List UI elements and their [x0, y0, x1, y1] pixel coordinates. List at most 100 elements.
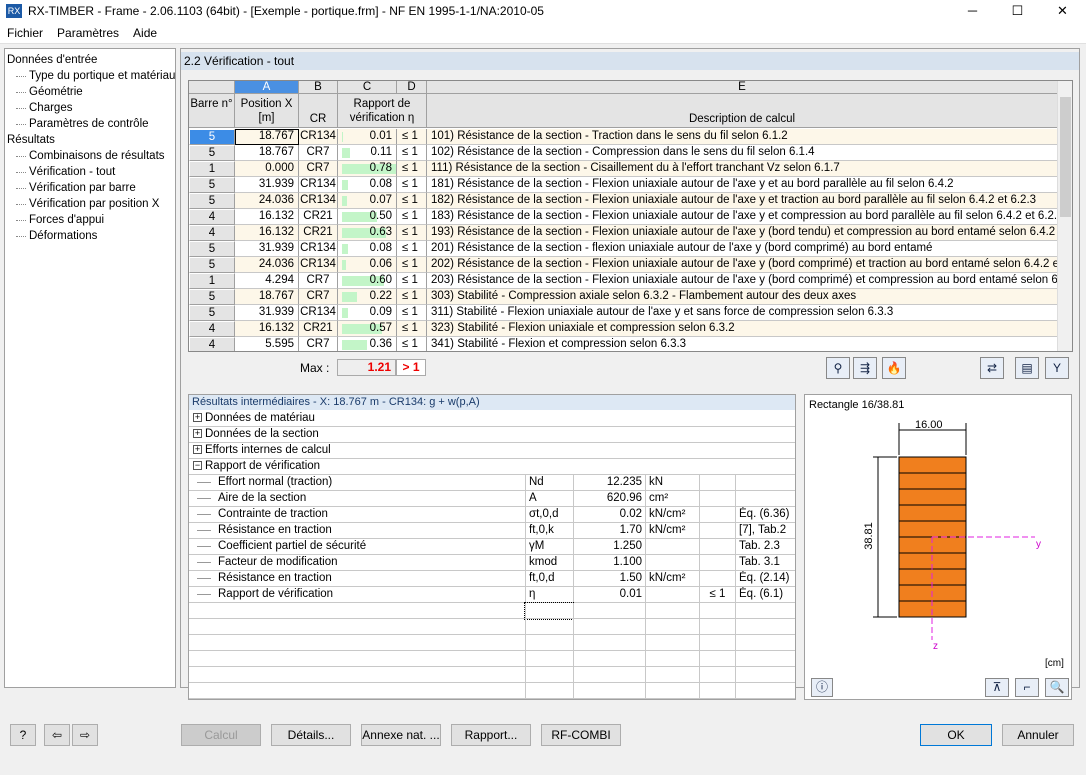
- description-cell[interactable]: 182) Résistance de la section - Flexion …: [427, 193, 1058, 209]
- filter-icon[interactable]: ⚲: [826, 357, 850, 379]
- tree-item[interactable]: Résultats: [7, 132, 173, 148]
- description-cell[interactable]: 202) Résistance de la section - Flexion …: [427, 257, 1058, 273]
- limit-cell[interactable]: ≤ 1: [397, 241, 427, 257]
- position-cell[interactable]: 24.036: [235, 193, 299, 209]
- filter-ratio-icon[interactable]: Y: [1045, 357, 1069, 379]
- load-combination-cell[interactable]: CR21: [299, 225, 338, 241]
- ratio-cell[interactable]: 0.36: [338, 337, 397, 351]
- close-button[interactable]: ✕: [1040, 0, 1085, 22]
- column-letter[interactable]: C: [338, 81, 397, 94]
- description-cell[interactable]: 102) Résistance de la section - Compress…: [427, 145, 1058, 161]
- position-cell[interactable]: 18.767: [235, 289, 299, 305]
- limit-cell[interactable]: ≤ 1: [397, 321, 427, 337]
- bar-number-cell[interactable]: 5: [189, 257, 235, 273]
- bar-number-cell[interactable]: 4: [189, 337, 235, 351]
- description-cell[interactable]: 111) Résistance de la section - Cisaille…: [427, 161, 1058, 177]
- tree-item[interactable]: Paramètres de contrôle: [7, 116, 173, 132]
- position-cell[interactable]: 18.767: [235, 145, 299, 161]
- position-cell[interactable]: 4.294: [235, 273, 299, 289]
- position-cell[interactable]: 16.132: [235, 225, 299, 241]
- ratio-cell[interactable]: 0.63: [338, 225, 397, 241]
- bar-number-cell[interactable]: 5: [189, 129, 235, 145]
- expand-icon[interactable]: +: [193, 413, 202, 422]
- load-combination-cell[interactable]: CR134: [299, 177, 338, 193]
- ok-button[interactable]: OK: [920, 724, 992, 746]
- help-icon[interactable]: ?: [10, 724, 36, 746]
- ratio-cell[interactable]: 0.07: [338, 193, 397, 209]
- calc-button[interactable]: Calcul: [181, 724, 261, 746]
- maximize-button[interactable]: ☐: [995, 0, 1040, 22]
- menu-parametres[interactable]: Paramètres: [50, 26, 126, 40]
- load-combination-cell[interactable]: CR7: [299, 289, 338, 305]
- ratio-cell[interactable]: 0.08: [338, 177, 397, 193]
- load-combination-cell[interactable]: CR134: [299, 257, 338, 273]
- limit-cell[interactable]: ≤ 1: [397, 209, 427, 225]
- limit-cell[interactable]: ≤ 1: [397, 225, 427, 241]
- column-letter[interactable]: E: [427, 81, 1058, 94]
- limit-cell[interactable]: ≤ 1: [397, 337, 427, 351]
- tree-item[interactable]: Vérification - tout: [7, 164, 173, 180]
- table-scrollbar[interactable]: [1057, 81, 1072, 351]
- position-cell[interactable]: 0.000: [235, 161, 299, 177]
- tree-item[interactable]: Données d'entrée: [7, 52, 173, 68]
- ratio-cell[interactable]: 0.09: [338, 305, 397, 321]
- bar-number-cell[interactable]: 1: [189, 273, 235, 289]
- tree-item[interactable]: Combinaisons de résultats: [7, 148, 173, 164]
- limit-cell[interactable]: ≤ 1: [397, 257, 427, 273]
- description-cell[interactable]: 193) Résistance de la section - Flexion …: [427, 225, 1058, 241]
- tree-item[interactable]: Géométrie: [7, 84, 173, 100]
- description-cell[interactable]: 303) Stabilité - Compression axiale selo…: [427, 289, 1058, 305]
- minimize-button[interactable]: ─: [950, 0, 995, 22]
- limit-cell[interactable]: ≤ 1: [397, 161, 427, 177]
- details-button[interactable]: Détails...: [271, 724, 351, 746]
- bar-number-cell[interactable]: 5: [189, 177, 235, 193]
- export-icon[interactable]: ⇨: [72, 724, 98, 746]
- description-cell[interactable]: 201) Résistance de la section - flexion …: [427, 241, 1058, 257]
- ratio-cell[interactable]: 0.78: [338, 161, 397, 177]
- description-cell[interactable]: 341) Stabilité - Flexion et compression …: [427, 337, 1058, 351]
- position-cell[interactable]: 16.132: [235, 209, 299, 225]
- load-combination-cell[interactable]: CR7: [299, 337, 338, 351]
- group-row[interactable]: + Données de matériau: [189, 411, 795, 427]
- dimension-icon[interactable]: ⊼: [985, 678, 1009, 697]
- group-row[interactable]: − Rapport de vérification: [189, 459, 795, 475]
- load-combination-cell[interactable]: CR134: [299, 241, 338, 257]
- ratio-cell[interactable]: 0.06: [338, 257, 397, 273]
- group-row[interactable]: + Efforts internes de calcul: [189, 443, 795, 459]
- chart-icon[interactable]: ▤: [1015, 357, 1039, 379]
- axes-icon[interactable]: ⌐: [1015, 678, 1039, 697]
- bar-number-cell[interactable]: 4: [189, 225, 235, 241]
- tree-item[interactable]: Déformations: [7, 228, 173, 244]
- expand-icon[interactable]: +: [193, 445, 202, 454]
- zoom-reset-icon[interactable]: 🔍: [1045, 678, 1069, 697]
- ratio-cell[interactable]: 0.11: [338, 145, 397, 161]
- settings-icon[interactable]: ⇄: [980, 357, 1004, 379]
- bar-number-cell[interactable]: 4: [189, 209, 235, 225]
- description-cell[interactable]: 181) Résistance de la section - Flexion …: [427, 177, 1058, 193]
- position-cell[interactable]: 18.767: [235, 129, 299, 145]
- bar-number-cell[interactable]: 4: [189, 321, 235, 337]
- bar-number-cell[interactable]: 5: [189, 289, 235, 305]
- member-view-icon[interactable]: ⇶: [853, 357, 877, 379]
- bar-number-cell[interactable]: 5: [189, 193, 235, 209]
- description-cell[interactable]: 323) Stabilité - Flexion uniaxiale et co…: [427, 321, 1058, 337]
- column-letter[interactable]: A: [235, 81, 299, 94]
- collapse-icon[interactable]: −: [193, 461, 202, 470]
- load-combination-cell[interactable]: CR21: [299, 321, 338, 337]
- tree-item[interactable]: Vérification par barre: [7, 180, 173, 196]
- bar-number-cell[interactable]: 5: [189, 145, 235, 161]
- load-combination-cell[interactable]: CR21: [299, 209, 338, 225]
- limit-cell[interactable]: ≤ 1: [397, 305, 427, 321]
- limit-cell[interactable]: ≤ 1: [397, 273, 427, 289]
- tree-item[interactable]: Vérification par position X: [7, 196, 173, 212]
- ratio-cell[interactable]: 0.60: [338, 273, 397, 289]
- national-annex-button[interactable]: Annexe nat. ...: [361, 724, 441, 746]
- info-icon[interactable]: ⓘ: [811, 678, 833, 697]
- position-cell[interactable]: 31.939: [235, 177, 299, 193]
- tree-item[interactable]: Charges: [7, 100, 173, 116]
- bar-number-cell[interactable]: 5: [189, 241, 235, 257]
- ratio-cell[interactable]: 0.22: [338, 289, 397, 305]
- position-cell[interactable]: 24.036: [235, 257, 299, 273]
- load-combination-cell[interactable]: CR7: [299, 273, 338, 289]
- rf-combi-button[interactable]: RF-COMBI: [541, 724, 621, 746]
